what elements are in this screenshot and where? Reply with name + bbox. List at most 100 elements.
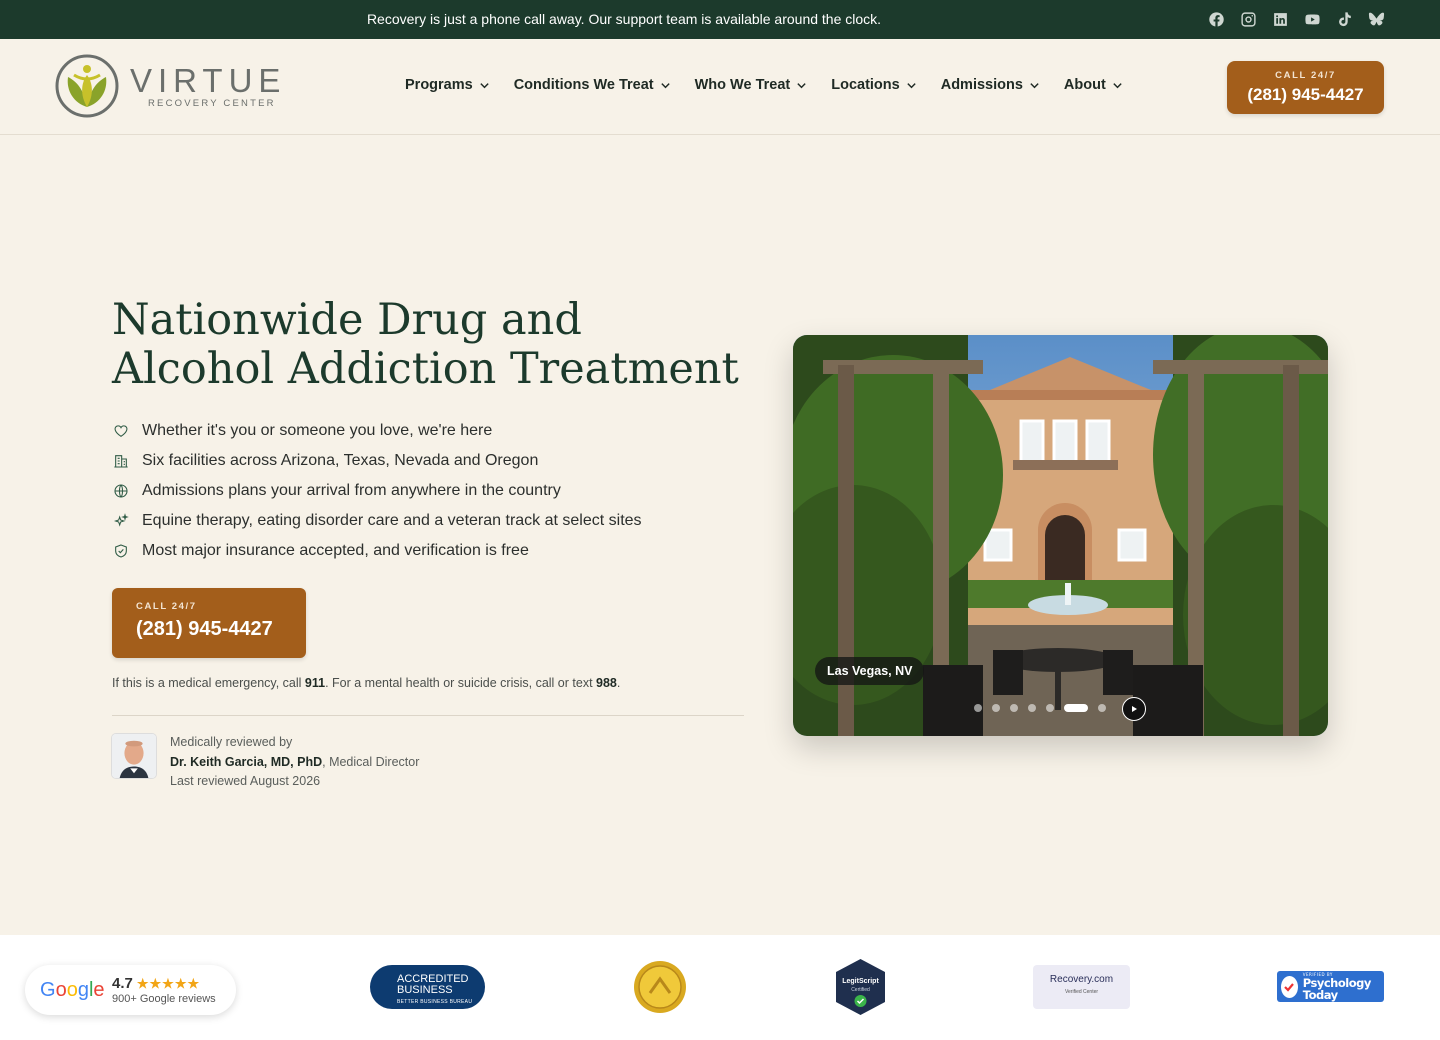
emergency-notice: If this is a medical emergency, call 911… — [112, 676, 620, 690]
main-nav: Programs Conditions We Treat Who We Trea… — [405, 77, 1147, 93]
star-rating-icon: ★★★★★ — [136, 976, 201, 991]
hero-call-button[interactable]: CALL 24/7 (281) 945-4427 — [112, 588, 306, 658]
carousel-dots — [974, 704, 1106, 712]
call-button-number: (281) 945-4427 — [136, 618, 273, 640]
social-links — [1207, 10, 1385, 28]
recovery-com-label: Recovery.com — [1049, 974, 1114, 985]
linkedin-icon[interactable] — [1271, 10, 1289, 28]
nav-label: Locations — [831, 77, 900, 93]
recovery-com-sublabel: Verified Center — [1064, 989, 1099, 995]
announcement-bar: Recovery is just a phone call away. Our … — [0, 0, 1440, 39]
heart-icon — [112, 422, 130, 440]
nav-label: About — [1063, 77, 1106, 93]
emergency-text: . For a mental health or suicide crisis,… — [325, 676, 597, 690]
emergency-number-911[interactable]: 911 — [305, 676, 325, 690]
google-logo: Google — [40, 978, 105, 1001]
nav-label: Conditions We Treat — [513, 77, 654, 93]
emergency-text: If this is a medical emergency, call — [112, 676, 305, 690]
youtube-icon[interactable] — [1303, 10, 1321, 28]
reviewer-label: Medically reviewed by — [170, 735, 293, 749]
emergency-text: . — [616, 676, 621, 690]
chevron-down-icon — [480, 82, 489, 88]
bbb-line2: BUSINESS — [397, 984, 453, 996]
carousel-dot[interactable] — [992, 704, 1000, 712]
reviewer-credentials: Dr. Keith Garcia, MD, PhD, Medical Direc… — [170, 753, 419, 773]
nav-locations[interactable]: Locations — [831, 77, 916, 93]
tiktok-icon[interactable] — [1335, 10, 1353, 28]
google-reviews-count: 900+ Google reviews — [112, 993, 216, 1005]
list-item: Six facilities across Arizona, Texas, Ne… — [112, 446, 642, 476]
crisis-number-988[interactable]: 988 — [596, 676, 617, 690]
hero-bullet-list: Whether it's you or someone you love, we… — [112, 416, 642, 566]
carousel-dot[interactable] — [1046, 704, 1054, 712]
pt-label: Psychology Today — [1302, 976, 1372, 1002]
chevron-down-icon — [1030, 82, 1039, 88]
legitscript-label: LegitScript — [842, 978, 879, 985]
legitscript-badge[interactable]: LegitScript Certified — [834, 958, 887, 1016]
site-header: VIRTUE RECOVERY CENTER Programs Conditio… — [0, 39, 1440, 135]
site-logo[interactable]: VIRTUE RECOVERY CENTER — [54, 53, 286, 119]
carousel-dot[interactable] — [974, 704, 982, 712]
nav-conditions[interactable]: Conditions We Treat — [514, 77, 671, 93]
nav-programs[interactable]: Programs — [405, 77, 490, 93]
chevron-down-icon — [907, 82, 916, 88]
call-button-caption: CALL 24/7 — [1275, 70, 1336, 81]
header-call-button[interactable]: CALL 24/7 (281) 945-4427 — [1227, 61, 1384, 114]
carousel-dot[interactable] — [1010, 704, 1018, 712]
bullet-text: Admissions plans your arrival from anywh… — [142, 482, 561, 499]
trust-badges: Google 4.7 ★★★★★ 900+ Google reviews ACCR… — [0, 935, 1440, 1040]
call-button-number: (281) 945-4427 — [1247, 85, 1364, 104]
nav-label: Who We Treat — [694, 77, 791, 93]
google-reviews-badge[interactable]: Google 4.7 ★★★★★ 900+ Google reviews — [25, 965, 236, 1015]
recovery-com-badge[interactable]: Recovery.com Verified Center — [1033, 965, 1130, 1009]
instagram-icon[interactable] — [1239, 10, 1257, 28]
bluesky-icon[interactable] — [1367, 10, 1385, 28]
joint-commission-seal[interactable] — [633, 960, 687, 1014]
check-icon — [1281, 975, 1298, 998]
bbb-subtext: BETTER BUSINESS BUREAU — [397, 999, 473, 1005]
reviewer-role: , Medical Director — [322, 754, 420, 769]
chevron-down-icon — [1113, 82, 1122, 88]
bullet-text: Most major insurance accepted, and verif… — [142, 542, 529, 559]
carousel-play-button[interactable] — [1122, 697, 1146, 721]
logo-subtitle: RECOVERY CENTER — [148, 97, 276, 109]
medical-reviewer: Medically reviewed by Dr. Keith Garcia, … — [111, 733, 419, 792]
divider — [112, 715, 744, 716]
legitscript-sublabel: Certified — [851, 987, 870, 993]
carousel-dot[interactable] — [1028, 704, 1036, 712]
nav-label: Programs — [405, 77, 473, 93]
list-item: Most major insurance accepted, and verif… — [112, 536, 642, 566]
list-item: Equine therapy, eating disorder care and… — [112, 506, 642, 536]
play-icon — [1132, 706, 1137, 712]
bullet-text: Equine therapy, eating disorder care and… — [142, 512, 642, 529]
bullet-text: Whether it's you or someone you love, we… — [142, 422, 493, 439]
nav-who-we-treat[interactable]: Who We Treat — [695, 77, 808, 93]
logo-mark-icon — [55, 54, 119, 118]
announcement-text: Recovery is just a phone call away. Our … — [366, 11, 882, 27]
list-item: Admissions plans your arrival from anywh… — [112, 476, 642, 506]
sparkles-icon — [112, 512, 130, 530]
chevron-down-icon — [797, 82, 806, 88]
avatar — [111, 733, 157, 779]
nav-label: Admissions — [940, 77, 1023, 93]
carousel-dot[interactable] — [1098, 704, 1106, 712]
globe-icon — [112, 482, 130, 500]
facebook-icon[interactable] — [1207, 10, 1225, 28]
building-icon — [112, 452, 130, 470]
list-item: Whether it's you or someone you love, we… — [112, 416, 642, 446]
bbb-accredited-badge[interactable]: ACCREDITED BUSINESS BETTER BUSINESS BURE… — [370, 965, 485, 1009]
logo-wordmark: VIRTUE — [130, 61, 287, 99]
nav-admissions[interactable]: Admissions — [941, 77, 1040, 93]
location-label: Las Vegas, NV — [815, 657, 925, 685]
nav-about[interactable]: About — [1064, 77, 1123, 93]
psychology-today-badge[interactable]: VERIFIED BY Psychology Today — [1277, 971, 1384, 1002]
review-date: Last reviewed August 2026 — [170, 774, 321, 788]
chevron-down-icon — [660, 82, 670, 88]
google-rating: 4.7 — [112, 975, 133, 992]
bullet-text: Six facilities across Arizona, Texas, Ne… — [142, 452, 539, 469]
shield-check-icon — [112, 542, 130, 560]
hero-title: Nationwide Drug and Alcohol Addiction Tr… — [112, 295, 739, 394]
reviewer-name[interactable]: Dr. Keith Garcia, MD, PhD — [170, 755, 322, 769]
carousel-dot-active[interactable] — [1064, 704, 1088, 712]
call-button-caption: CALL 24/7 — [136, 601, 197, 612]
